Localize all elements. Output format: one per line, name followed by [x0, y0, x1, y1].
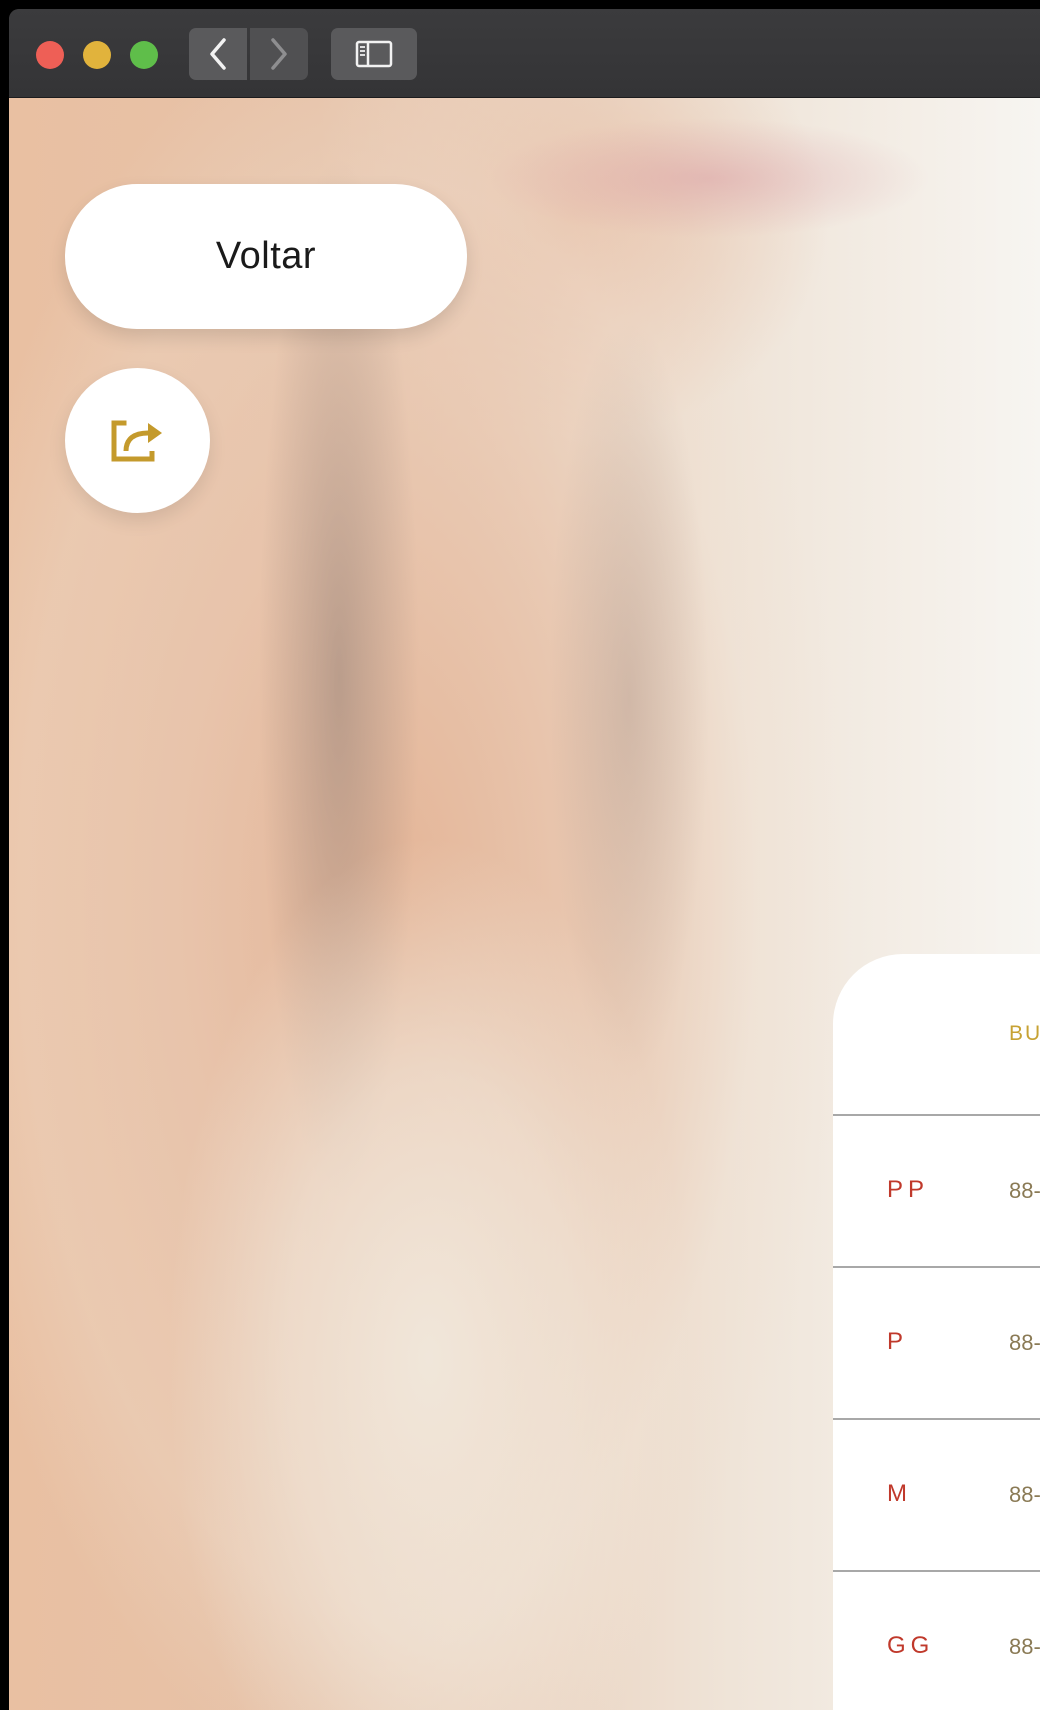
size-label: M [887, 1480, 912, 1507]
zoom-window-button[interactable] [130, 41, 158, 69]
minimize-window-button[interactable] [83, 41, 111, 69]
bust-value: 88- [1009, 1482, 1040, 1507]
size-label: P [887, 1328, 909, 1355]
bust-value: 88- [1009, 1330, 1040, 1355]
share-icon [111, 420, 162, 461]
size-table-header: BU [833, 954, 1040, 1116]
table-row: M 88- [833, 1420, 1040, 1572]
bust-value: 88- [1009, 1178, 1040, 1203]
bust-column-header: BU [1009, 1022, 1040, 1045]
browser-window: Voltar BU PP 88- P 88- M 88- GG 88- [9, 9, 1040, 1710]
bust-value: 88- [1009, 1634, 1040, 1659]
title-bar [9, 9, 1040, 98]
chevron-right-icon [271, 38, 287, 70]
table-row: PP 88- [833, 1116, 1040, 1268]
product-page: Voltar BU PP 88- P 88- M 88- GG 88- [9, 98, 1040, 1710]
table-row: P 88- [833, 1268, 1040, 1420]
table-row: GG 88- [833, 1572, 1040, 1710]
size-label: GG [887, 1632, 935, 1659]
sidebar-icon [355, 40, 393, 68]
size-table: BU PP 88- P 88- M 88- GG 88- [833, 954, 1040, 1710]
forward-button[interactable] [250, 28, 308, 80]
size-label: PP [887, 1176, 930, 1203]
sidebar-toggle-button[interactable] [331, 28, 417, 80]
voltar-button[interactable]: Voltar [65, 184, 467, 329]
back-button[interactable] [189, 28, 247, 80]
voltar-button-label: Voltar [215, 235, 317, 277]
share-button[interactable] [65, 368, 210, 513]
close-window-button[interactable] [36, 41, 64, 69]
chevron-left-icon [210, 38, 226, 70]
